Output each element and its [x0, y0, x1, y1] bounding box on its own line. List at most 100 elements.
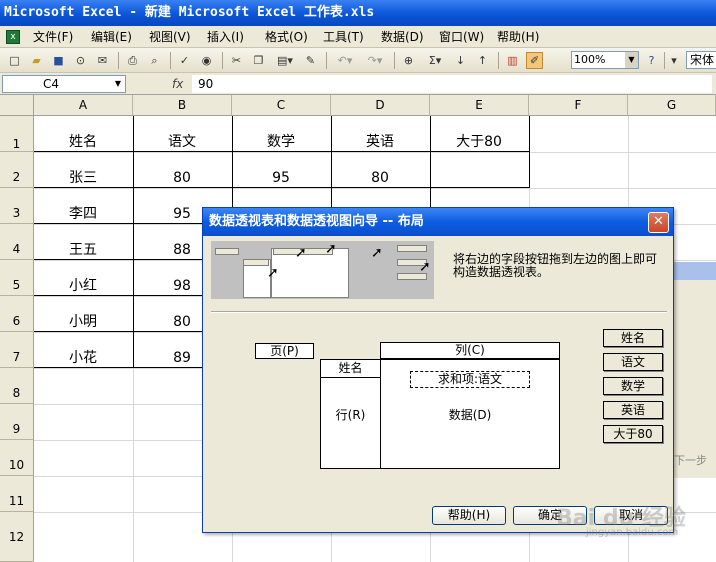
cell-a5[interactable]: 小红: [34, 277, 132, 295]
field-button-math[interactable]: 数学: [603, 377, 663, 395]
field-button-chinese[interactable]: 语文: [603, 353, 663, 371]
select-all-corner[interactable]: [0, 95, 34, 116]
row-header-1[interactable]: 1: [0, 116, 34, 152]
row-header-11[interactable]: 11: [0, 476, 34, 512]
illustration-table: [271, 248, 349, 298]
toolbar-separator: [326, 52, 327, 69]
cell-d2[interactable]: 80: [331, 169, 429, 187]
open-icon[interactable]: ▰: [28, 52, 45, 69]
close-icon[interactable]: ✕: [648, 212, 669, 233]
column-header-g[interactable]: G: [628, 95, 716, 116]
cursor-icon: ➚: [419, 259, 431, 275]
row-field-button[interactable]: 姓名: [321, 360, 380, 378]
redo-icon[interactable]: ↷▾: [362, 52, 388, 69]
row-header-9[interactable]: 9: [0, 404, 34, 440]
field-button-english[interactable]: 英语: [603, 401, 663, 419]
field-button-over80[interactable]: 大于80: [603, 425, 663, 443]
cell-c1[interactable]: 数学: [232, 133, 330, 151]
cursor-icon: ➚: [371, 245, 383, 261]
column-header-c[interactable]: C: [232, 95, 331, 116]
chevron-down-icon[interactable]: ▼: [625, 52, 638, 68]
zoom-select[interactable]: 100% ▼: [571, 51, 639, 69]
row-header-3[interactable]: 3: [0, 188, 34, 224]
menu-format[interactable]: 格式(O): [262, 29, 311, 45]
autosum-icon[interactable]: Σ▾: [422, 52, 448, 69]
data-field-button[interactable]: 求和项:语文: [410, 371, 530, 388]
chart-wizard-icon[interactable]: ▥: [504, 52, 521, 69]
chevron-down-icon[interactable]: ▼: [115, 76, 121, 92]
help-icon[interactable]: ?: [643, 52, 660, 69]
spelling-icon[interactable]: ✓: [176, 52, 193, 69]
row-header-8[interactable]: 8: [0, 368, 34, 404]
print-icon[interactable]: ⎙: [124, 52, 141, 69]
undo-icon[interactable]: ↶▾: [332, 52, 358, 69]
fx-icon[interactable]: fx: [172, 75, 183, 93]
row-header-5[interactable]: 5: [0, 260, 34, 296]
row-header-12[interactable]: 12: [0, 512, 34, 562]
menu-data[interactable]: 数据(D): [378, 29, 427, 45]
menu-edit[interactable]: 编辑(E): [88, 29, 135, 45]
help-button[interactable]: 帮助(H): [432, 506, 506, 525]
row-header-10[interactable]: 10: [0, 440, 34, 476]
row-header-6[interactable]: 6: [0, 296, 34, 332]
cell-e1[interactable]: 大于80: [430, 133, 528, 151]
save-icon[interactable]: ■: [50, 52, 67, 69]
menu-view[interactable]: 视图(V): [146, 29, 194, 45]
column-header-f[interactable]: F: [529, 95, 628, 116]
table-border: [34, 223, 202, 224]
pivot-layout-dialog: 数据透视表和数据透视图向导 -- 布局 ✕ ➚ ➚ ➚ ➚ ➚ 将右边的字段按钮…: [202, 207, 674, 533]
illustration-field: [397, 245, 427, 252]
cell-c2[interactable]: 95: [232, 169, 330, 187]
column-drop-area[interactable]: 列(C): [380, 342, 560, 359]
illustration-field: [243, 259, 269, 266]
cell-a2[interactable]: 张三: [34, 169, 132, 187]
research-icon[interactable]: ◉: [198, 52, 215, 69]
row-drop-area[interactable]: 姓名 行(R): [320, 359, 381, 469]
name-box[interactable]: C4 ▼: [2, 75, 126, 93]
menu-window[interactable]: 窗口(W): [436, 29, 487, 45]
row-area-label: 行(R): [335, 408, 366, 422]
column-header-b[interactable]: B: [133, 95, 232, 116]
sort-descending-icon[interactable]: ↑: [474, 52, 491, 69]
permission-icon[interactable]: ⊙: [72, 52, 89, 69]
zoom-value: 100%: [574, 53, 606, 66]
column-header-d[interactable]: D: [331, 95, 430, 116]
cell-a3[interactable]: 李四: [34, 205, 132, 223]
table-border: [331, 116, 332, 208]
menu-file[interactable]: 文件(F): [30, 29, 76, 45]
cell-a4[interactable]: 王五: [34, 241, 132, 259]
copy-icon[interactable]: ❐: [250, 52, 267, 69]
row-header-2[interactable]: 2: [0, 152, 34, 188]
font-select[interactable]: 宋体: [686, 51, 716, 69]
cell-d1[interactable]: 英语: [331, 133, 429, 151]
cell-a6[interactable]: 小明: [34, 313, 132, 331]
menu-bar: x 文件(F) 编辑(E) 视图(V) 插入(I) 格式(O) 工具(T) 数据…: [0, 26, 716, 48]
hyperlink-icon[interactable]: ⊕: [400, 52, 417, 69]
cell-a1[interactable]: 姓名: [34, 133, 132, 151]
gridline: [34, 188, 716, 189]
page-drop-area[interactable]: 页(P): [255, 343, 314, 359]
email-icon[interactable]: ✉: [94, 52, 111, 69]
menu-insert[interactable]: 插入(I): [204, 29, 247, 45]
cell-b2[interactable]: 80: [133, 169, 231, 187]
drawing-icon[interactable]: ✐: [526, 52, 543, 69]
column-header-e[interactable]: E: [430, 95, 529, 116]
row-header-7[interactable]: 7: [0, 332, 34, 368]
cell-a7[interactable]: 小花: [34, 349, 132, 367]
sort-ascending-icon[interactable]: ↓: [452, 52, 469, 69]
field-button-name[interactable]: 姓名: [603, 329, 663, 347]
new-icon[interactable]: □: [6, 52, 23, 69]
format-painter-icon[interactable]: ✎: [302, 52, 319, 69]
workbook-icon[interactable]: x: [6, 30, 20, 44]
toolbar-options-icon[interactable]: ▾: [668, 52, 680, 69]
cell-b1[interactable]: 语文: [133, 133, 231, 151]
print-preview-icon[interactable]: ⌕: [146, 52, 163, 69]
menu-help[interactable]: 帮助(H): [494, 29, 542, 45]
paste-icon[interactable]: ▤▾: [272, 52, 298, 69]
formula-input[interactable]: 90: [192, 75, 712, 93]
column-header-a[interactable]: A: [34, 95, 133, 116]
menu-tools[interactable]: 工具(T): [320, 29, 367, 45]
cut-icon[interactable]: ✂: [228, 52, 245, 69]
row-header-4[interactable]: 4: [0, 224, 34, 260]
data-drop-area[interactable]: 求和项:语文 数据(D): [380, 359, 560, 469]
